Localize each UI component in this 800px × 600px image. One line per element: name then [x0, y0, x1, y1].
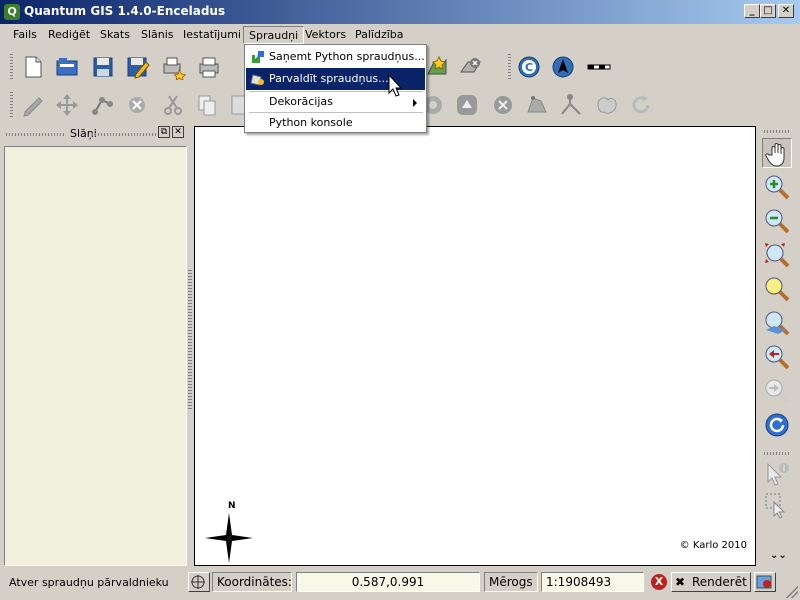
- menu-file[interactable]: Fails: [8, 26, 42, 44]
- identify-icon[interactable]: i: [762, 460, 792, 490]
- node-tool-icon[interactable]: [90, 92, 116, 118]
- select-features-icon[interactable]: [762, 490, 792, 520]
- add-island-icon[interactable]: [454, 92, 480, 118]
- digitize-star-icon[interactable]: [424, 54, 450, 80]
- coordinates-label: Koordinātes:: [212, 572, 292, 592]
- north-arrow-tool-icon[interactable]: [550, 54, 576, 80]
- open-project-icon[interactable]: [54, 54, 80, 80]
- status-message: Atver spraudņu pārvaldnieku: [9, 576, 169, 589]
- menu-edit[interactable]: Rediģēt: [43, 26, 95, 44]
- menu-item-label: Dekorācijas: [269, 95, 333, 108]
- menu-item-label: Parvaldīt spraudņus...: [269, 72, 389, 85]
- mouse-coords-icon: [191, 575, 205, 589]
- delete-selected-icon[interactable]: [124, 92, 150, 118]
- layers-panel-header: Slāņi ⧉ ✕: [4, 126, 188, 142]
- toolbar-grip[interactable]: [764, 452, 790, 455]
- toolbar-grip[interactable]: [508, 54, 511, 80]
- map-navigation-toolbar: i ⌄⌄: [758, 126, 796, 566]
- menu-item-fetch-python-plugins[interactable]: Saņemt Python spraudņus...: [246, 46, 425, 68]
- submenu-arrow-icon: [413, 99, 417, 107]
- zoom-to-selection-icon[interactable]: [762, 274, 792, 304]
- svg-text:i: i: [783, 464, 785, 473]
- title-bar: Q Quantum GIS 1.4.0-Enceladus _ □ ✕: [0, 0, 800, 24]
- zoom-full-icon[interactable]: [762, 240, 792, 270]
- new-project-icon[interactable]: [20, 54, 46, 80]
- zoom-out-icon[interactable]: [762, 206, 792, 236]
- save-as-icon[interactable]: [124, 54, 150, 80]
- copyright-label: © Karlo 2010: [679, 540, 747, 551]
- north-label: N: [228, 501, 236, 511]
- svg-text:C: C: [525, 61, 533, 74]
- toggle-extents-button[interactable]: [188, 572, 210, 592]
- panel-grip-left: [6, 133, 66, 136]
- float-panel-button[interactable]: ⧉: [158, 126, 170, 138]
- delete-part-icon[interactable]: [524, 92, 550, 118]
- checkbox-check-icon: ✖: [675, 575, 686, 589]
- more-tools-chevron[interactable]: ⌄⌄: [770, 550, 787, 561]
- plugin-manage-icon: [250, 71, 266, 87]
- menu-bar: Fails Rediģēt Skats Slānis Iestatījumi S…: [0, 24, 800, 46]
- zoom-to-layer-icon[interactable]: [762, 308, 792, 338]
- toolbar-grip[interactable]: [764, 130, 790, 133]
- copyright-label-icon[interactable]: C: [516, 54, 542, 80]
- scale-bar-icon[interactable]: [586, 54, 612, 80]
- compass-star-icon: [205, 513, 253, 563]
- close-panel-button[interactable]: ✕: [172, 126, 184, 138]
- zoom-last-icon[interactable]: [762, 342, 792, 372]
- move-feature-icon[interactable]: [54, 92, 80, 118]
- copy-features-icon[interactable]: [194, 92, 220, 118]
- maximize-button[interactable]: □: [760, 4, 776, 18]
- menu-plugins[interactable]: Spraudņi: [243, 26, 305, 44]
- menu-help[interactable]: Palīdzība: [350, 26, 409, 44]
- toolbar-grip[interactable]: [10, 92, 13, 118]
- save-project-icon[interactable]: [90, 54, 116, 80]
- projection-icon: [756, 575, 772, 589]
- plugin-download-icon: [250, 49, 266, 65]
- menu-vector[interactable]: Vektors: [300, 26, 351, 44]
- rotate-icon[interactable]: [628, 92, 654, 118]
- stop-render-icon[interactable]: X: [651, 574, 667, 590]
- delete-ring-icon[interactable]: [490, 92, 516, 118]
- layers-list[interactable]: [4, 146, 187, 566]
- status-bar: Atver spraudņu pārvaldnieku Koordinātes:…: [0, 570, 800, 600]
- projection-button[interactable]: [754, 572, 776, 592]
- scale-field[interactable]: 1:1908493: [541, 572, 644, 592]
- menu-item-python-console[interactable]: Python konsole: [246, 112, 425, 134]
- minimize-button[interactable]: _: [744, 4, 760, 18]
- map-canvas[interactable]: N © Karlo 2010: [194, 126, 756, 566]
- cut-features-icon[interactable]: [160, 92, 186, 118]
- panel-splitter[interactable]: [188, 270, 192, 410]
- scale-label: Mērogs: [484, 572, 538, 592]
- toolbar-grip[interactable]: [10, 54, 13, 80]
- merge-features-icon[interactable]: [594, 92, 620, 118]
- pan-hand-icon[interactable]: [762, 138, 792, 168]
- qgis-app-icon: Q: [4, 4, 20, 20]
- remove-layer-icon[interactable]: [458, 54, 484, 80]
- menu-settings[interactable]: Iestatījumi: [178, 26, 246, 44]
- menu-view[interactable]: Skats: [95, 26, 135, 44]
- close-button[interactable]: ✕: [778, 4, 794, 18]
- zoom-in-icon[interactable]: [762, 172, 792, 202]
- print-icon[interactable]: [196, 54, 222, 80]
- refresh-icon[interactable]: [762, 410, 792, 440]
- zoom-next-icon[interactable]: [762, 376, 792, 406]
- north-arrow-decoration: N: [201, 501, 257, 563]
- split-features-icon[interactable]: [558, 92, 584, 118]
- print-composer-icon[interactable]: [160, 54, 187, 82]
- menu-layer[interactable]: Slānis: [136, 26, 179, 44]
- coordinates-field[interactable]: 0.587,0.991: [296, 572, 480, 592]
- render-label: Renderēt: [692, 575, 747, 589]
- render-checkbox[interactable]: ✖ Renderēt: [671, 572, 751, 592]
- toggle-editing-icon[interactable]: [20, 92, 46, 118]
- menu-item-label: Python konsole: [269, 116, 353, 129]
- resize-grip[interactable]: [786, 586, 798, 598]
- panel-grip-right: [92, 133, 156, 136]
- menu-item-label: Saņemt Python spraudņus...: [269, 50, 425, 63]
- mouse-cursor-icon: [388, 74, 402, 97]
- window-title: Quantum GIS 1.4.0-Enceladus: [24, 4, 226, 18]
